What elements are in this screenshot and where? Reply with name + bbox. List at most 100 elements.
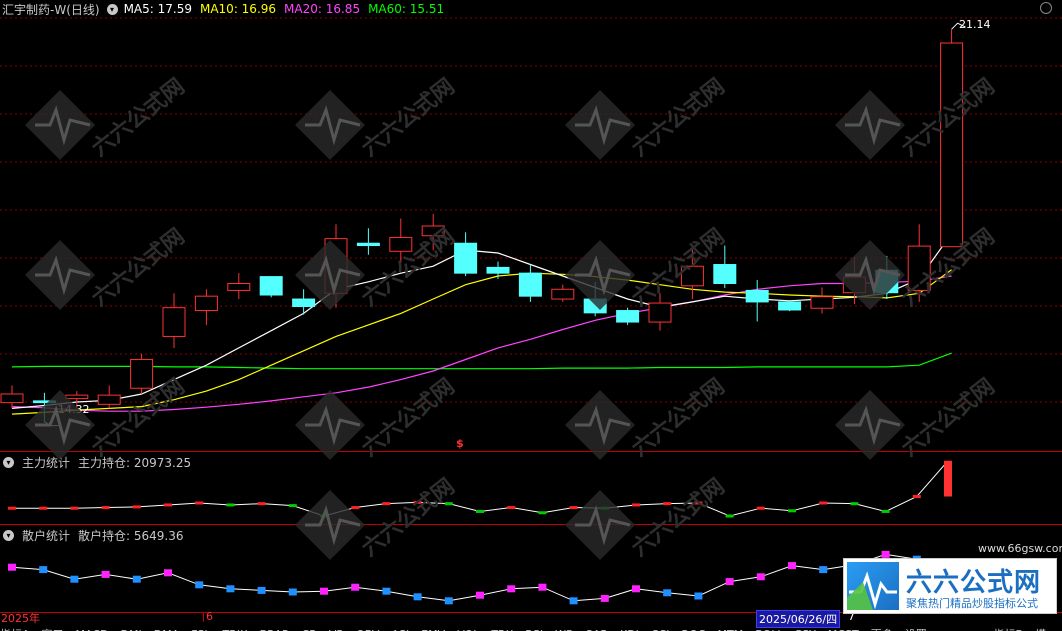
main-force-mark — [569, 506, 578, 510]
watermark-url: www.66gsw.com — [978, 542, 1062, 555]
main-force-mark — [725, 514, 734, 518]
main-force-mark — [132, 505, 141, 509]
main-force-mark — [257, 502, 266, 506]
candle-up — [324, 238, 348, 294]
candle-up — [421, 225, 445, 237]
retail-mark — [39, 566, 48, 574]
retail-mark — [600, 594, 609, 602]
retail-mark — [132, 575, 141, 583]
main-force-mark — [101, 506, 110, 510]
retail-mark — [195, 581, 204, 589]
indicator-tab-bar: 指标A窗口MACDDMIDMAFSLTRIXBRARCRVROBVASIEMVV… — [0, 623, 1062, 631]
retail-mark — [881, 550, 890, 558]
main-force-mark — [444, 502, 453, 506]
main-force-mark — [226, 503, 235, 507]
candle-down — [486, 266, 510, 274]
candle-up — [194, 295, 218, 312]
retail-mark — [226, 585, 235, 593]
main-force-mark — [476, 509, 484, 513]
retail-mark — [725, 578, 734, 586]
candle-up — [907, 245, 931, 291]
candle-up — [680, 265, 704, 287]
watermark-slogan: 聚焦热门精品炒股指标公式 — [906, 597, 1038, 610]
month-label: 6 — [206, 610, 213, 623]
candle-down — [713, 264, 737, 285]
candle-up — [227, 283, 251, 291]
candle-up — [389, 236, 413, 252]
retail-mark — [8, 563, 16, 571]
main-force-mark — [788, 509, 796, 513]
candle-up — [940, 42, 964, 248]
retail-mark — [694, 592, 703, 600]
main-force-mark — [756, 506, 765, 510]
retail-mark — [351, 583, 360, 591]
candle-down — [616, 310, 640, 323]
main-force-bar — [944, 460, 952, 497]
candle-down — [454, 242, 478, 274]
main-force-mark — [538, 511, 547, 515]
candle-down — [875, 269, 899, 294]
retail-mark — [444, 597, 453, 605]
low-pointer — [44, 421, 59, 427]
candle-down — [518, 272, 542, 297]
main-force-mark — [39, 506, 48, 510]
main-force-chart[interactable] — [0, 452, 1062, 524]
retail-mark — [164, 569, 172, 577]
retail-mark — [632, 585, 640, 593]
main-force-mark — [850, 502, 859, 506]
main-force-mark — [195, 501, 204, 505]
main-force-mark — [912, 495, 921, 498]
candle-up — [65, 394, 89, 400]
candle-down — [259, 276, 283, 296]
retail-mark — [788, 562, 796, 570]
candle-up — [551, 288, 575, 300]
main-force-mark — [413, 500, 422, 504]
main-force-mark — [600, 506, 609, 510]
ma10-line — [11, 269, 952, 415]
main-force-mark — [819, 501, 828, 505]
candle-up — [0, 393, 24, 404]
retail-mark — [663, 589, 672, 597]
watermark-logo-icon — [847, 562, 899, 610]
main-force-mark — [288, 504, 297, 508]
candle-down — [292, 298, 316, 308]
divider-2 — [0, 524, 1062, 525]
main-force-mark — [351, 506, 360, 510]
retail-mark — [70, 575, 79, 583]
retail-mark — [382, 587, 391, 595]
retail-mark — [476, 591, 484, 599]
retail-mark — [413, 593, 422, 601]
main-force-mark — [70, 506, 79, 510]
main-force-mark — [164, 503, 172, 507]
main-force-mark — [382, 502, 391, 506]
right-tabs: 指标B模 — [993, 623, 1058, 631]
main-force-mark — [320, 514, 328, 518]
candle-down — [32, 400, 56, 404]
candle-down — [356, 242, 380, 247]
low-price-label: 14.32 — [58, 403, 90, 416]
candle-up — [810, 296, 834, 309]
candle-up — [842, 276, 866, 294]
signal-marker: $ — [456, 437, 464, 450]
candle-up — [130, 358, 154, 389]
retail-mark — [101, 570, 110, 578]
watermark-badge: 六六公式网 聚焦热门精品炒股指标公式 — [843, 558, 1057, 614]
main-force-mark — [8, 506, 16, 510]
retail-mark — [257, 586, 266, 594]
main-force-mark — [881, 509, 890, 513]
retail-mark — [320, 587, 328, 595]
high-price-label: 21.14 — [959, 18, 991, 31]
candle-up — [648, 302, 672, 323]
month-tick — [203, 612, 204, 622]
main-force-mark — [694, 501, 703, 505]
candle-down — [583, 298, 607, 314]
candle-up — [97, 394, 121, 405]
candle-down — [778, 301, 802, 311]
price-chart[interactable] — [0, 0, 1062, 450]
retail-mark — [819, 566, 828, 574]
main-force-mark — [663, 502, 672, 506]
main-force-line — [12, 460, 949, 517]
retail-mark — [538, 583, 547, 591]
retail-mark — [288, 588, 297, 596]
retail-mark — [507, 585, 516, 593]
